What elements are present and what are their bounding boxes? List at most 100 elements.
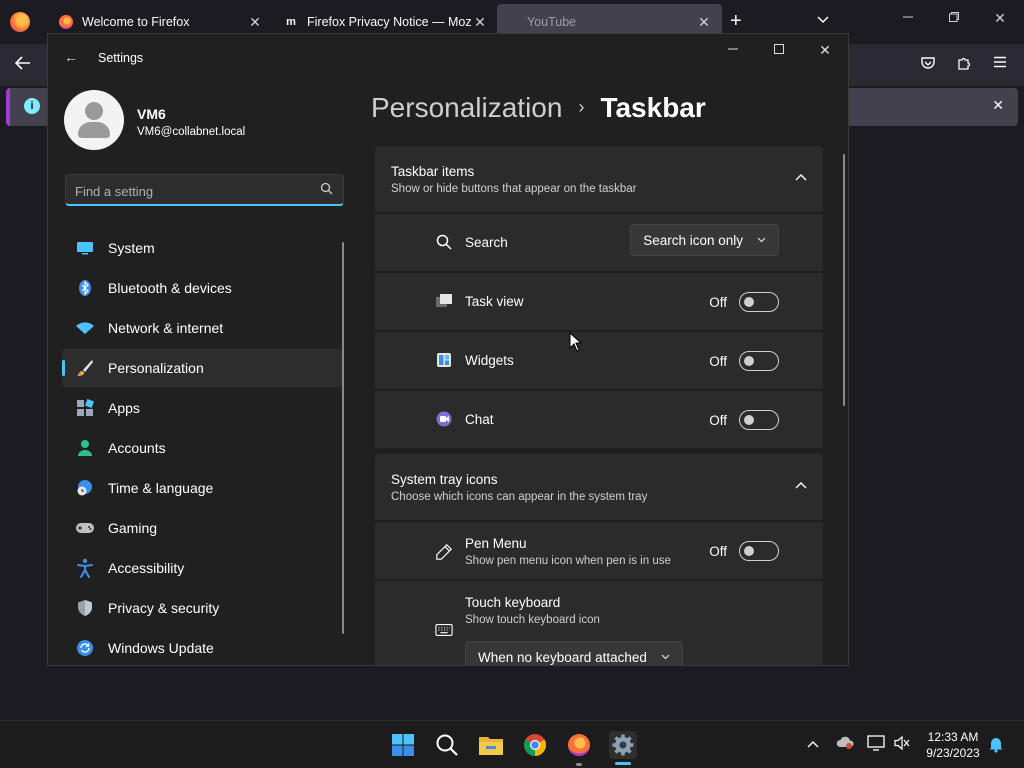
close-tab-icon[interactable]: ✕ [247,14,263,31]
sidebar-item-label: Accounts [108,440,166,456]
chat-toggle[interactable] [739,410,779,430]
search-mode-dropdown[interactable]: Search icon only [630,224,779,256]
group-title: System tray icons [391,472,498,487]
user-profile[interactable]: VM6 VM6@collabnet.local [64,90,364,152]
pocket-icon[interactable] [918,55,938,75]
pen-menu-toggle[interactable] [739,541,779,561]
sidebar-item-accessibility[interactable]: Accessibility [62,549,344,587]
search-icon[interactable] [320,182,333,198]
search-icon [435,233,453,251]
close-window-icon[interactable]: ✕ [810,42,840,59]
touch-keyboard-dropdown[interactable]: When no keyboard attached [465,641,683,665]
sidebar-item-system[interactable]: System [62,229,344,267]
sidebar-item-label: Privacy & security [108,600,220,616]
show-hidden-icons-chevron-icon[interactable] [803,735,823,751]
taskbar-items-header[interactable]: Taskbar items Show or hide buttons that … [375,146,823,212]
taskbar-item-widgets-row: Widgets Off [375,332,823,389]
window-title: Settings [98,51,144,65]
sidebar-item-bluetooth-devices[interactable]: Bluetooth & devices [62,269,344,307]
apps-icon [74,397,96,419]
row-label: Touch keyboard [465,595,561,610]
breadcrumb-separator: › [578,97,585,117]
network-monitor-icon[interactable] [866,735,886,754]
system-clock[interactable]: 12:33 AM 9/23/2023 [920,729,986,761]
chat-icon [435,410,453,428]
system-tray-pen-menu-row: Pen Menu Show pen menu icon when pen is … [375,522,823,579]
sidebar-item-windows-update[interactable]: Windows Update [62,629,344,665]
settings-gear-icon[interactable] [609,731,637,759]
sidebar-item-personalization[interactable]: Personalization [62,349,344,387]
group-subtitle: Show or hide buttons that appear on the … [391,183,637,195]
taskbar-item-chat-row: Chat Off [375,391,823,448]
new-tab-icon[interactable]: + [730,10,742,33]
minimize-icon[interactable] [718,42,748,58]
back-arrow-icon[interactable] [14,54,32,77]
sidebar-item-network-internet[interactable]: Network & internet [62,309,344,347]
close-notification-icon[interactable]: ✕ [992,97,1004,114]
task-view-toggle[interactable] [739,292,779,312]
toggle-state-text: Off [709,413,727,428]
row-label: Chat [465,412,494,427]
maximize-icon[interactable] [764,42,794,58]
sidebar-item-label: Bluetooth & devices [108,280,232,296]
sidebar-item-label: Network & internet [108,320,224,336]
tab-title: YouTube [527,15,577,29]
find-setting-search-box[interactable] [65,174,344,206]
sidebar-scrollbar[interactable] [342,242,344,634]
search-icon[interactable] [433,731,461,759]
sidebar-item-accounts[interactable]: Accounts [62,429,344,467]
firefox-icon[interactable] [565,731,593,759]
breadcrumb: Personalization › Taskbar [371,92,706,124]
volume-muted-icon[interactable] [892,735,912,754]
sidebar-item-label: Apps [108,400,140,416]
sidebar-item-gaming[interactable]: Gaming [62,509,344,547]
chrome-icon[interactable] [521,731,549,759]
taskbar-settings-content: Taskbar items Show or hide buttons that … [375,146,823,665]
toggle-state-text: Off [709,544,727,559]
row-description: Show touch keyboard icon [465,614,600,626]
settings-window: ← Settings ✕ VM6 VM6@collabnet.local Sys… [47,33,849,666]
close-window-icon[interactable]: ✕ [985,10,1015,27]
back-arrow-icon[interactable]: ← [64,49,78,65]
profile-email: VM6@collabnet.local [137,126,246,138]
accessibility-icon [74,557,96,579]
search-input[interactable] [75,181,305,201]
content-scrollbar[interactable] [843,154,845,406]
clock-time: 12:33 AM [927,730,979,744]
chevron-up-icon[interactable] [795,478,807,492]
sidebar-item-time-language[interactable]: Time & language [62,469,344,507]
brush-icon [74,357,96,379]
notification-bell-icon[interactable] [986,735,1006,756]
restore-icon[interactable] [939,10,969,26]
extensions-puzzle-icon[interactable] [954,55,974,75]
avatar [64,90,124,150]
update-icon [74,637,96,659]
chevron-up-icon[interactable] [795,170,807,184]
breadcrumb-parent[interactable]: Personalization [371,92,562,123]
hamburger-menu-icon[interactable] [990,55,1010,72]
minimize-icon[interactable] [893,10,923,26]
chevron-down-icon [661,652,670,663]
list-all-tabs-chevron-icon[interactable] [817,12,829,27]
firefox-logo-icon[interactable] [10,12,30,32]
group-title: Taskbar items [391,164,475,179]
keyboard-icon [435,621,453,639]
start-icon[interactable] [389,731,417,759]
clock-date: 9/23/2023 [926,746,980,760]
info-icon: i [24,98,40,114]
shield-icon [74,597,96,619]
close-tab-icon[interactable]: ✕ [472,14,488,31]
sidebar-item-label: Accessibility [108,560,185,576]
row-label: Search [465,235,508,250]
system-tray-icons-header[interactable]: System tray icons Choose which icons can… [375,454,823,520]
bluetooth-icon [74,277,96,299]
sidebar-item-privacy-security[interactable]: Privacy & security [62,589,344,627]
close-tab-icon[interactable]: ✕ [696,14,712,31]
row-label: Widgets [465,353,514,368]
sidebar-item-apps[interactable]: Apps [62,389,344,427]
widgets-toggle[interactable] [739,351,779,371]
onedrive-cloud-icon[interactable] [835,735,855,752]
wifi-icon [74,317,96,339]
file-explorer-icon[interactable] [477,731,505,759]
widgets-icon [435,351,453,369]
